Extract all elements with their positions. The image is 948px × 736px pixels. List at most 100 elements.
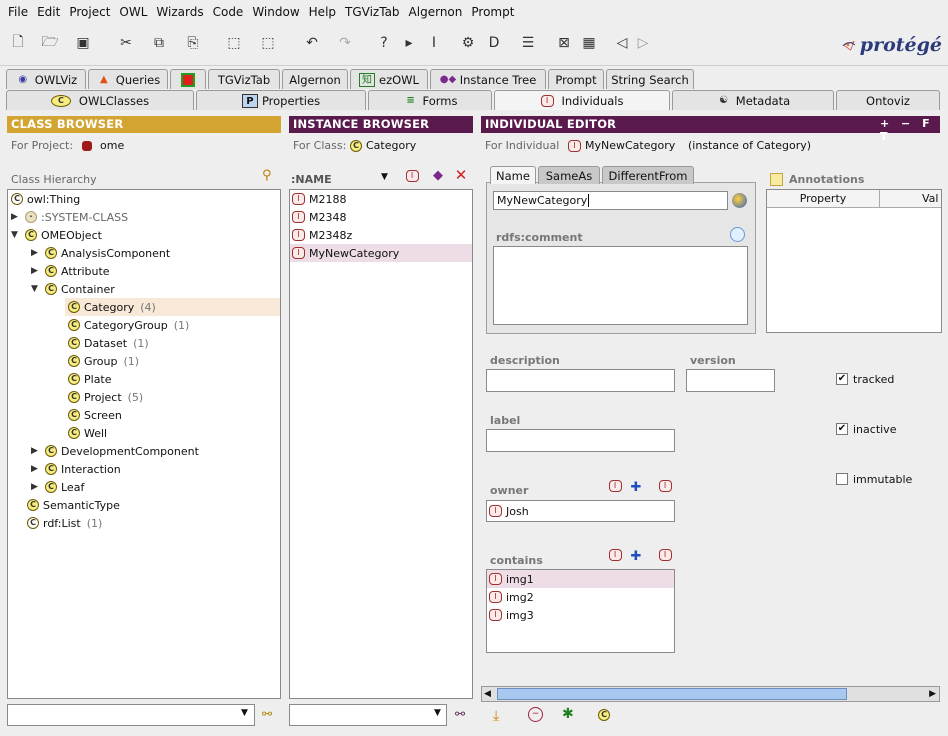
- contains-create-instance-icon[interactable]: I: [606, 547, 624, 563]
- expand-icon[interactable]: ▶: [31, 266, 41, 276]
- play-box-icon[interactable]: ▸: [399, 33, 419, 53]
- paste-icon[interactable]: ⎘: [183, 33, 203, 53]
- tab-owlviz[interactable]: ◉ OWLViz: [6, 69, 86, 89]
- class-search-dropdown-icon[interactable]: ▼: [241, 708, 248, 718]
- name-input[interactable]: MyNewCategory: [493, 191, 728, 210]
- tab-properties[interactable]: P Properties: [196, 90, 366, 110]
- tab-prompt[interactable]: Prompt: [548, 69, 604, 89]
- tab-ontoviz[interactable]: Ontoviz: [836, 90, 940, 110]
- remove-icon[interactable]: −: [528, 707, 543, 722]
- subtab-sameas[interactable]: SameAs: [538, 166, 600, 184]
- menu-project[interactable]: Project: [69, 5, 110, 19]
- owner-create-instance-icon[interactable]: I: [606, 478, 624, 494]
- query-icon[interactable]: ?: [374, 33, 394, 53]
- forward-arrow-icon[interactable]: ▷: [633, 33, 653, 53]
- cube-arrow-icon[interactable]: ⬚: [258, 33, 278, 53]
- class-search-binoculars-icon[interactable]: ⚯: [262, 707, 272, 721]
- list-item[interactable]: Iimg2: [489, 588, 534, 606]
- owner-field[interactable]: I Josh: [486, 500, 675, 522]
- collapse-icon[interactable]: ▼: [31, 284, 41, 294]
- menu-tgviztab[interactable]: TGVizTab: [345, 5, 400, 19]
- tab-ezowl[interactable]: 知 ezOWL: [350, 69, 428, 89]
- list-item-selected[interactable]: I MyNewCategory: [290, 244, 472, 262]
- menu-window[interactable]: Window: [252, 5, 299, 19]
- class-search-input[interactable]: [7, 704, 255, 726]
- instance-search-binoculars-icon[interactable]: ⚯: [455, 707, 465, 721]
- menu-algernon[interactable]: Algernon: [409, 5, 463, 19]
- delete-instance-icon[interactable]: ✕: [452, 167, 470, 183]
- editor-title-buttons[interactable]: + − F T: [880, 117, 948, 143]
- tracked-checkbox[interactable]: ✔: [836, 373, 848, 385]
- copy-icon[interactable]: ⧉: [149, 33, 169, 53]
- list-item[interactable]: I M2348z: [292, 226, 470, 244]
- bug-icon[interactable]: ✱: [562, 706, 574, 722]
- menu-code[interactable]: Code: [213, 5, 244, 19]
- tab-metadata[interactable]: ☯ Metadata: [672, 90, 834, 110]
- tree-node-group[interactable]: C Group (1): [68, 352, 139, 370]
- tree-node-omeobject[interactable]: ▼ C OMEObject: [11, 226, 102, 244]
- scroll-right-icon[interactable]: ▶: [929, 689, 936, 699]
- tab-algernon[interactable]: Algernon: [282, 69, 348, 89]
- tree-node-plate[interactable]: C Plate: [68, 370, 112, 388]
- instance-search-dropdown-icon[interactable]: ▼: [434, 708, 441, 718]
- tree-node-interaction[interactable]: ▶ C Interaction: [31, 460, 121, 478]
- collapse-icon[interactable]: ▼: [11, 230, 21, 240]
- menu-file[interactable]: File: [8, 5, 28, 19]
- import-icon[interactable]: ⤓: [493, 708, 499, 724]
- tree-node-container[interactable]: ▼ C Container: [31, 280, 115, 298]
- label-input[interactable]: [486, 429, 675, 452]
- list-item[interactable]: I M2348: [292, 208, 470, 226]
- db-icon[interactable]: D: [484, 33, 504, 53]
- globe-icon[interactable]: [732, 193, 747, 208]
- redo-icon[interactable]: ↷: [335, 33, 355, 53]
- list-item-selected[interactable]: Iimg1: [487, 570, 674, 588]
- subtab-name[interactable]: Name: [490, 166, 536, 184]
- menu-help[interactable]: Help: [309, 5, 336, 19]
- tab-instance-tree[interactable]: ●◆ Instance Tree: [430, 69, 546, 89]
- class-icon-button[interactable]: C: [598, 707, 614, 721]
- expand-icon[interactable]: ▶: [31, 464, 41, 474]
- instance-search-input[interactable]: [289, 704, 447, 726]
- tab-tgviztab[interactable]: TGVizTab: [208, 69, 280, 89]
- tab-forms[interactable]: ≡ Forms: [368, 90, 492, 110]
- rdfs-comment-textarea[interactable]: [493, 246, 748, 325]
- annotations-header-value[interactable]: Val: [880, 190, 941, 208]
- owner-remove-instance-icon[interactable]: I: [656, 478, 674, 494]
- tree-node-leaf[interactable]: ▶ C Leaf: [31, 478, 84, 496]
- table-icon[interactable]: ▦: [579, 33, 599, 53]
- cube-icon[interactable]: ⬚: [224, 33, 244, 53]
- tree-node-category-selected[interactable]: C Category (4): [65, 298, 280, 316]
- menu-edit[interactable]: Edit: [37, 5, 60, 19]
- new-file-icon[interactable]: 🗋: [8, 33, 28, 53]
- expand-icon[interactable]: ▶: [31, 446, 41, 456]
- immutable-checkbox[interactable]: [836, 473, 848, 485]
- tab-red-square[interactable]: [170, 69, 206, 89]
- tree-node-system-class[interactable]: ▶ ·:SYSTEM-CLASS: [11, 208, 128, 226]
- tree-node-attribute[interactable]: ▶ C Attribute: [31, 262, 110, 280]
- open-folder-icon[interactable]: 🗁: [40, 33, 60, 53]
- scrollbar-thumb[interactable]: [497, 688, 847, 700]
- cut-icon[interactable]: ✂: [116, 33, 136, 53]
- list-item[interactable]: I M2188: [292, 190, 470, 208]
- tree-node-rdf-list[interactable]: Crdf:List (1): [27, 514, 102, 532]
- tab-owlclasses[interactable]: C OWLClasses: [6, 90, 194, 110]
- tab-queries[interactable]: ▲ Queries: [88, 69, 168, 89]
- tree-node-analysiscomponent[interactable]: ▶ C AnalysisComponent: [31, 244, 170, 262]
- tab-individuals[interactable]: I Individuals: [494, 90, 670, 110]
- editor-horizontal-scrollbar[interactable]: ◀ ▶: [481, 686, 940, 702]
- scroll-left-icon[interactable]: ◀: [484, 689, 491, 699]
- gears-icon[interactable]: ⚙: [458, 33, 478, 53]
- tree-node-dataset[interactable]: C Dataset (1): [68, 334, 149, 352]
- version-input[interactable]: [686, 369, 775, 392]
- find-class-icon[interactable]: ⚲: [262, 168, 272, 183]
- menu-wizards[interactable]: Wizards: [156, 5, 203, 19]
- annotations-header-property[interactable]: Property: [767, 190, 880, 208]
- menu-owl[interactable]: OWL: [119, 5, 147, 19]
- expand-icon[interactable]: ▶: [31, 482, 41, 492]
- create-instance-icon[interactable]: I: [403, 168, 421, 184]
- expand-icon[interactable]: ▶: [11, 212, 21, 222]
- comment-annotation-icon[interactable]: [730, 227, 745, 242]
- sort-dropdown-icon[interactable]: ▼: [381, 172, 388, 182]
- grid-box-icon[interactable]: ⊠: [554, 33, 574, 53]
- description-input[interactable]: [486, 369, 675, 392]
